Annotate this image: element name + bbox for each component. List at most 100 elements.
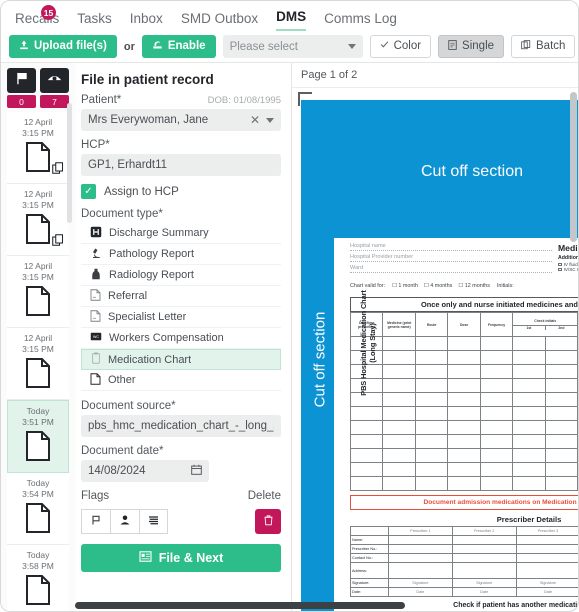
flag-icon bbox=[15, 72, 29, 90]
rail-scrollbar[interactable] bbox=[67, 103, 72, 223]
chevron-down-icon[interactable] bbox=[266, 117, 274, 123]
table-cell bbox=[447, 406, 481, 421]
dms-window: Recalls 15 Tasks Inbox SMD Outbox DMS Co… bbox=[0, 0, 579, 612]
flags-label: Flags bbox=[81, 490, 110, 502]
prescriber-details-table: Prescriber 1Prescriber 2Prescriber 3 Pres… bbox=[350, 526, 578, 597]
document-preview-pane: Page 1 of 2 Cut off section Cut off sect… bbox=[291, 63, 578, 611]
document-type-option[interactable]: Other bbox=[81, 370, 281, 391]
table-row bbox=[349, 364, 578, 379]
thumbnail-item[interactable]: Today 3:58 PM bbox=[7, 545, 69, 611]
document-type-option[interactable]: Discharge Summary bbox=[81, 223, 281, 244]
table-cell bbox=[382, 406, 416, 421]
table-row: Signature:SignatureSignatureSignatureSig… bbox=[350, 578, 578, 588]
thumbnail-item[interactable]: 12 April 3:15 PM bbox=[7, 184, 69, 256]
table-cell bbox=[512, 434, 546, 449]
document-type-option[interactable]: Radiology Report bbox=[81, 265, 281, 286]
table-cell bbox=[512, 462, 546, 477]
hcp-field[interactable]: GP1, Erhardt11 bbox=[81, 154, 281, 176]
assign-to-hcp-checkbox[interactable]: ✓ bbox=[81, 184, 96, 199]
thumbnail-item[interactable]: 12 April 3:15 PM bbox=[7, 112, 69, 184]
close-icon[interactable]: ✕ bbox=[250, 113, 260, 127]
document-type-option[interactable]: Referral bbox=[81, 286, 281, 307]
tab-tasks[interactable]: Tasks bbox=[77, 11, 112, 31]
thumbnail-time: 3:15 PM bbox=[22, 200, 54, 210]
page-icon bbox=[7, 286, 69, 321]
tab-recalls-badge: 15 bbox=[41, 5, 56, 20]
flags-header-row: Flags Delete bbox=[81, 490, 281, 505]
document-type-option[interactable]: Pathology Report bbox=[81, 244, 281, 265]
row-label: Date: bbox=[350, 587, 389, 597]
document-source-field[interactable]: pbs_hmc_medication_chart_-_long_stay.pdf bbox=[81, 415, 281, 437]
thumbnail-item[interactable]: 12 April 3:15 PM bbox=[7, 256, 69, 328]
tab-dms[interactable]: DMS bbox=[276, 9, 307, 31]
vertical-scroll-thumb[interactable] bbox=[570, 92, 577, 242]
cut-off-side-label: Cut off section bbox=[311, 311, 329, 408]
table-cell bbox=[414, 364, 449, 379]
document-type-option[interactable]: Medication Chart bbox=[81, 349, 281, 370]
thumbnail-item[interactable]: 12 April 3:15 PM bbox=[7, 328, 69, 400]
table-cell bbox=[447, 420, 481, 435]
upload-files-button[interactable]: Upload file(s) bbox=[9, 35, 117, 58]
table-cell: Date bbox=[451, 587, 517, 597]
tab-comms-log[interactable]: Comms Log bbox=[324, 11, 397, 31]
assign-to-hcp-row: ✓ Assign to HCP bbox=[81, 184, 281, 199]
flag-outline-button[interactable] bbox=[81, 509, 110, 534]
patient-field[interactable]: Mrs Everywoman, Jane ✕ bbox=[81, 109, 281, 131]
person-flag-button[interactable] bbox=[110, 509, 139, 534]
thumbnail-date: 12 April bbox=[23, 117, 53, 127]
horizontal-scrollbar[interactable] bbox=[75, 602, 568, 609]
color-toggle-button[interactable]: Color bbox=[369, 35, 432, 58]
source-select[interactable]: Please select bbox=[222, 35, 363, 58]
table-cell bbox=[512, 336, 546, 351]
table-cell bbox=[382, 434, 416, 449]
horizontal-scroll-thumb[interactable] bbox=[75, 602, 405, 609]
thumbnail-item[interactable]: Today 3:54 PM bbox=[7, 473, 69, 545]
table-body bbox=[349, 336, 578, 491]
document-type-label-text: Other bbox=[108, 374, 136, 386]
document-type-label-text: Specialist Letter bbox=[108, 311, 187, 323]
document-type-label-text: Medication Chart bbox=[108, 353, 192, 366]
table-cell bbox=[515, 535, 578, 545]
table-header-row: Date/time prescribed Medicine (print gene… bbox=[349, 312, 578, 337]
document-type-option[interactable]: WC Workers Compensation bbox=[81, 328, 281, 349]
document-sheet[interactable]: Cut off section Cut off section PBS Hosp… bbox=[302, 101, 578, 611]
batch-mode-button[interactable]: Batch bbox=[511, 35, 576, 58]
upload-files-label: Upload file(s) bbox=[34, 39, 107, 52]
preview-canvas[interactable]: Cut off section Cut off section PBS Hosp… bbox=[292, 90, 578, 611]
flag-filter-button[interactable] bbox=[7, 68, 36, 93]
table-cell bbox=[414, 378, 449, 393]
tab-inbox[interactable]: Inbox bbox=[130, 11, 163, 31]
table-cell bbox=[447, 364, 481, 379]
validity-option: ☐ 4 months bbox=[423, 283, 453, 289]
document-icon bbox=[90, 309, 101, 325]
eye-filter-button[interactable] bbox=[40, 68, 69, 93]
dob-label: DOB: 01/08/1995 bbox=[207, 95, 281, 106]
table-cell bbox=[447, 392, 481, 407]
file-and-next-button[interactable]: File & Next bbox=[81, 544, 281, 572]
table-cell: Date bbox=[515, 587, 578, 597]
flag-count-badge: 0 bbox=[7, 95, 36, 108]
table-cell bbox=[447, 462, 481, 477]
single-mode-button[interactable]: Single bbox=[438, 35, 505, 58]
enable-button[interactable]: Enable bbox=[141, 35, 216, 58]
table-cell bbox=[350, 526, 389, 536]
table-row bbox=[349, 448, 578, 463]
calendar-icon[interactable] bbox=[191, 464, 202, 478]
flags-row bbox=[81, 509, 281, 534]
table-cell bbox=[479, 336, 514, 351]
batch-label: Batch bbox=[536, 39, 566, 52]
tab-smd-outbox[interactable]: SMD Outbox bbox=[181, 11, 258, 31]
table-cell bbox=[515, 544, 578, 554]
document-type-option[interactable]: Specialist Letter bbox=[81, 307, 281, 328]
tab-recalls[interactable]: Recalls 15 bbox=[15, 5, 59, 31]
thumbnail-time: 3:51 PM bbox=[22, 417, 54, 427]
lines-flag-button[interactable] bbox=[139, 509, 168, 534]
thumbnail-time: 3:15 PM bbox=[22, 272, 54, 282]
document-date-field[interactable]: 14/08/2024 bbox=[81, 460, 209, 482]
preview-vertical-scrollbar[interactable] bbox=[570, 92, 577, 597]
table-cell bbox=[382, 364, 416, 379]
thumbnail-item[interactable]: Today 3:51 PM bbox=[7, 400, 69, 473]
patient-label-row: Patient* DOB: 01/08/1995 bbox=[81, 94, 281, 109]
delete-button[interactable] bbox=[255, 509, 281, 534]
blank-page-icon bbox=[90, 372, 101, 388]
